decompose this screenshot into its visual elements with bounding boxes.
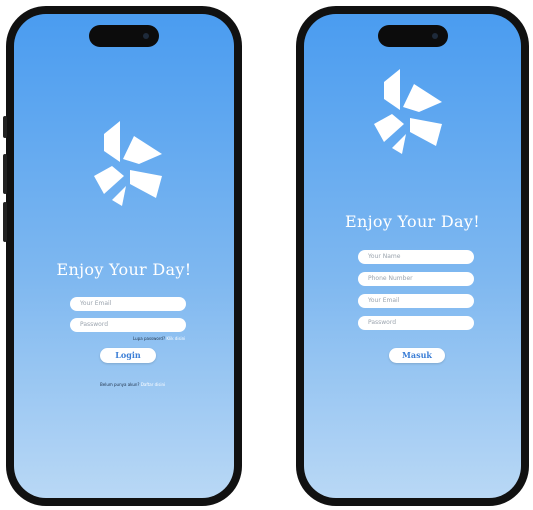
app-logo-icon: [374, 69, 442, 154]
register-link[interactable]: Daftar disini: [141, 382, 165, 387]
phone-frame-login: Enjoy Your Day! Your Email Password Lupa…: [3, 6, 242, 506]
phone-field[interactable]: Phone Number: [358, 272, 474, 286]
dynamic-island: [377, 25, 448, 47]
forgot-password-link[interactable]: Klik disini: [166, 336, 185, 341]
email-field[interactable]: Your Email: [358, 294, 474, 308]
volume-down-button: [3, 202, 7, 242]
login-button[interactable]: Login: [100, 348, 156, 363]
dynamic-island: [89, 25, 159, 47]
submit-button[interactable]: Masuk: [389, 348, 445, 363]
phone-frame-register: Enjoy Your Day! Your Name Phone Number Y…: [296, 6, 529, 506]
forgot-password-text: Lupa password?: [133, 336, 166, 341]
email-field[interactable]: Your Email: [70, 297, 186, 311]
password-field[interactable]: Password: [70, 318, 186, 332]
login-screen: Enjoy Your Day! Your Email Password Lupa…: [14, 14, 234, 498]
register-screen: Enjoy Your Day! Your Name Phone Number Y…: [304, 14, 521, 498]
password-field[interactable]: Password: [358, 316, 474, 330]
name-field[interactable]: Your Name: [358, 250, 474, 264]
register-text: Belum punya akun?: [100, 382, 140, 387]
volume-up-button: [3, 154, 7, 194]
tagline: Enjoy Your Day!: [345, 212, 480, 231]
mute-switch: [3, 116, 7, 138]
app-logo-icon: [94, 121, 162, 206]
register-row: Belum punya akun? Daftar disini: [100, 382, 165, 387]
forgot-password-row: Lupa password? Klik disini: [133, 336, 185, 341]
tagline: Enjoy Your Day!: [56, 260, 192, 279]
